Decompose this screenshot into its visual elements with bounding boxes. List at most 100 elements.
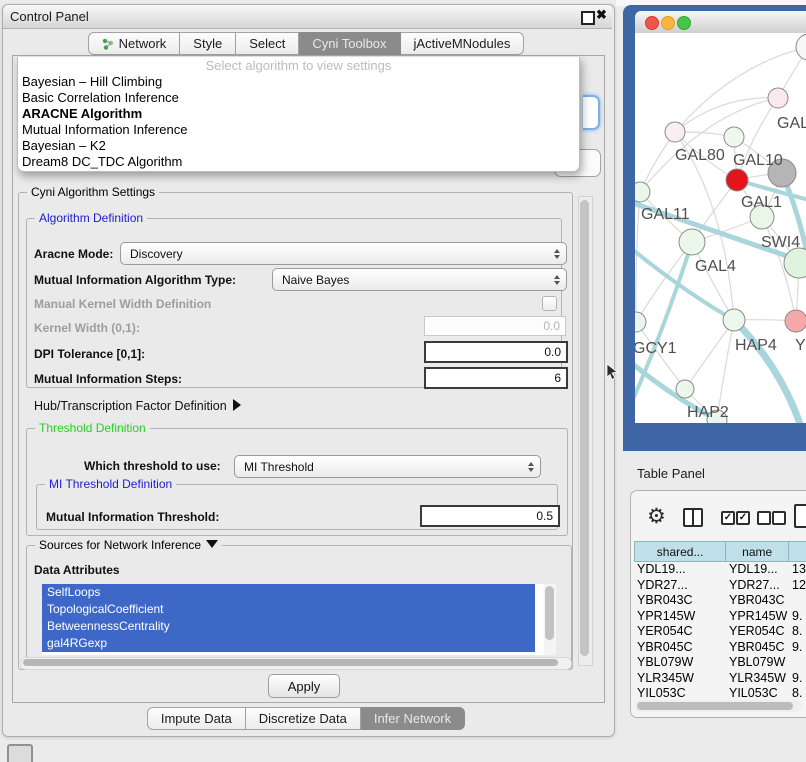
algorithm-option[interactable]: Basic Correlation Inference: [18, 90, 579, 106]
table-row[interactable]: YBL079WYBL079W: [634, 655, 806, 671]
aracne-mode-label: Aracne Mode:: [34, 247, 113, 261]
tab-jactivemnodules[interactable]: jActiveMNodules: [401, 32, 525, 55]
which-threshold-combo[interactable]: MI Threshold: [234, 455, 541, 478]
maximize-traffic-icon[interactable]: [677, 16, 691, 30]
network-window-titlebar[interactable]: [635, 11, 806, 34]
network-node[interactable]: [676, 380, 694, 398]
dock-icon[interactable]: [7, 744, 33, 762]
network-edge-highlighted: [635, 245, 734, 320]
attribute-item[interactable]: BetweennessCentrality: [42, 618, 535, 635]
attribute-item[interactable]: TopologicalCoefficient: [42, 601, 535, 618]
sources-title[interactable]: Sources for Network Inference: [35, 538, 222, 552]
network-edge: [636, 242, 692, 322]
network-node[interactable]: [785, 310, 806, 332]
inference-algorithm-combo-fragment[interactable]: [583, 95, 600, 130]
table-row[interactable]: YDR27...YDR27...12: [634, 578, 806, 594]
close-traffic-icon[interactable]: [645, 16, 659, 30]
attributes-scrollbar[interactable]: [544, 584, 556, 655]
network-node[interactable]: [724, 127, 744, 147]
manual-kernel-label: Manual Kernel Width Definition: [34, 297, 211, 311]
settings-vertical-scrollbar[interactable]: [578, 196, 593, 666]
checkbox-unchecked-icon[interactable]: [772, 511, 786, 525]
table-row[interactable]: YER054CYER054C8.: [634, 624, 806, 640]
network-node-label: GAL1: [741, 194, 782, 211]
network-node[interactable]: [679, 229, 705, 255]
network-node-label: Y: [795, 337, 806, 354]
table-row[interactable]: YBR045CYBR045C9.: [634, 640, 806, 656]
cyni-bottom-tabbar: Impute DataDiscretize DataInfer Network: [0, 707, 612, 730]
aracne-mode-combo[interactable]: Discovery: [120, 242, 567, 265]
network-node[interactable]: [784, 248, 806, 278]
aracne-mode-value: Discovery: [130, 247, 183, 261]
algorithm-option[interactable]: Mutual Information Inference: [18, 122, 579, 138]
network-edge: [640, 98, 778, 192]
control-panel-titlebar[interactable]: [3, 5, 612, 29]
mi-type-combo[interactable]: Naive Bayes: [272, 268, 567, 291]
tab-select[interactable]: Select: [236, 32, 299, 55]
spinner-arrows-icon: [554, 275, 560, 285]
dpi-tolerance-field[interactable]: 0.0: [424, 341, 568, 363]
mi-threshold-label: Mutual Information Threshold:: [46, 510, 219, 524]
algorithm-definition-title: Algorithm Definition: [35, 211, 147, 225]
bottom-tab-infer-network[interactable]: Infer Network: [361, 707, 465, 730]
algorithm-option[interactable]: Bayesian – Hill Climbing: [18, 74, 579, 90]
checkbox-unchecked-icon[interactable]: [757, 511, 771, 525]
checkbox-checked-icon[interactable]: ✓: [736, 511, 750, 525]
kernel-width-label: Kernel Width (0,1):: [34, 321, 140, 335]
tab-cyni-toolbox[interactable]: Cyni Toolbox: [299, 32, 400, 55]
data-attributes-list[interactable]: SelfLoopsTopologicalCoefficientBetweenne…: [42, 584, 556, 655]
network-node[interactable]: [665, 122, 685, 142]
table-row[interactable]: YIL053CYIL053C8.: [634, 686, 806, 698]
attribute-item[interactable]: SelfLoops: [42, 584, 535, 601]
attribute-item[interactable]: gal4RGexp: [42, 635, 535, 652]
kernel-width-field[interactable]: 0.0: [424, 316, 566, 336]
network-node[interactable]: [723, 309, 745, 331]
network-node[interactable]: [726, 169, 748, 191]
network-node-label: GAL4: [695, 258, 736, 275]
column-header[interactable]: name: [726, 541, 789, 562]
network-edge-highlighted: [734, 320, 803, 423]
close-icon[interactable]: ✖: [596, 7, 607, 23]
which-threshold-value: MI Threshold: [244, 460, 314, 474]
settings-horizontal-scrollbar[interactable]: [20, 657, 572, 670]
checkbox-checked-icon[interactable]: ✓: [721, 511, 735, 525]
network-node-label: GCY1: [635, 340, 677, 357]
table-row[interactable]: YBR043CYBR043C: [634, 593, 806, 609]
hub-definition-toggle[interactable]: Hub/Transcription Factor Definition: [34, 399, 241, 413]
tab-style[interactable]: Style: [180, 32, 236, 55]
mi-steps-field[interactable]: 6: [424, 367, 568, 389]
screen: Control Panel ✖ NetworkStyleSelectCyni T…: [0, 0, 806, 762]
table-horizontal-scrollbar[interactable]: [634, 700, 802, 712]
table-row[interactable]: YPR145WYPR145W9.: [634, 609, 806, 625]
apply-button[interactable]: Apply: [268, 674, 340, 698]
algorithm-option[interactable]: Dream8 DC_TDC Algorithm: [18, 154, 579, 170]
column-header[interactable]: shared...: [634, 541, 726, 562]
network-node-label: HAP2: [687, 404, 729, 421]
mi-steps-label: Mutual Information Steps:: [34, 372, 182, 386]
network-canvas[interactable]: GAL80GAL10GAL2GAL1GAL11GAL4SWI4HAP4YGCY1…: [635, 33, 806, 423]
page-icon[interactable]: [794, 504, 806, 528]
columns-icon[interactable]: [683, 508, 703, 527]
network-tab-icon: [102, 38, 114, 50]
algorithm-option[interactable]: ARACNE Algorithm: [18, 106, 579, 122]
bottom-tab-discretize-data[interactable]: Discretize Data: [246, 707, 361, 730]
network-node[interactable]: [635, 182, 650, 202]
node-table: shared...name YDL19...YDL19...13YDR27...…: [634, 541, 806, 698]
table-row[interactable]: YDL19...YDL19...13: [634, 562, 806, 578]
mi-type-value: Naive Bayes: [282, 273, 349, 287]
network-node[interactable]: [796, 34, 806, 60]
gear-icon[interactable]: ⚙: [647, 504, 666, 529]
manual-kernel-checkbox[interactable]: [542, 296, 557, 311]
mi-threshold-field[interactable]: 0.5: [420, 505, 560, 527]
float-window-icon[interactable]: [581, 11, 595, 25]
tab-network[interactable]: Network: [88, 32, 181, 55]
network-node[interactable]: [768, 88, 788, 108]
spinner-arrows-icon: [554, 249, 560, 259]
network-node[interactable]: [635, 312, 646, 332]
minimize-traffic-icon[interactable]: [661, 16, 675, 30]
table-header-row: shared...name: [634, 541, 806, 562]
column-header[interactable]: [789, 541, 806, 562]
algorithm-option[interactable]: Bayesian – K2: [18, 138, 579, 154]
bottom-tab-impute-data[interactable]: Impute Data: [147, 707, 246, 730]
table-row[interactable]: YLR345WYLR345W9.: [634, 671, 806, 687]
